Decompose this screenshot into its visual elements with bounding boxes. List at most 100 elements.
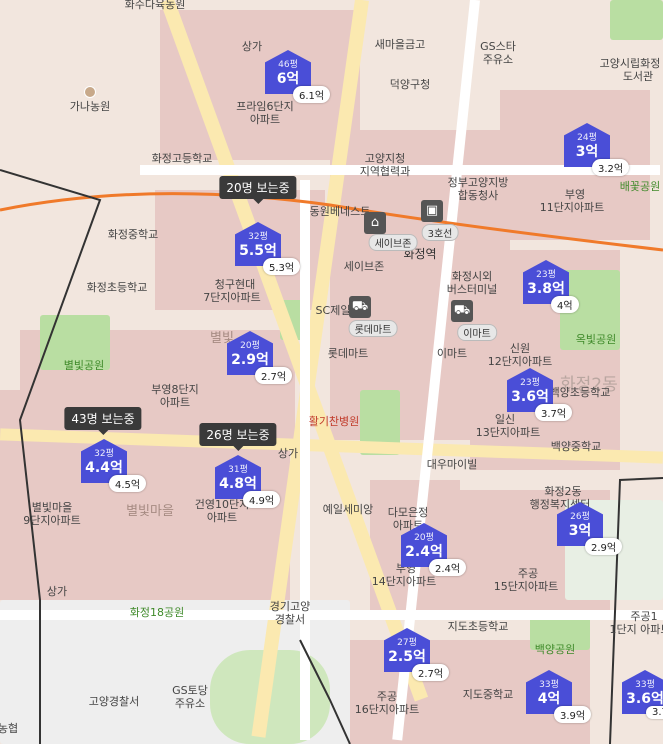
- place-label: SC제일: [315, 304, 351, 317]
- map-canvas[interactable]: 화정2동 별빛마을 별빛 화수다육농원 가나농원 상가 새마을금고 GS스타 주…: [0, 0, 663, 744]
- place-label: GS토당: [172, 684, 208, 697]
- place-label: 아파트: [249, 113, 281, 126]
- place-label: 화수다육농원: [124, 0, 186, 11]
- place-label: 배꽃공원: [619, 180, 661, 193]
- store-tag[interactable]: 롯데마트: [348, 320, 398, 337]
- place-icon: [84, 86, 96, 98]
- place-label: 7단지아파트: [203, 291, 261, 304]
- marker-sub-price: 3.2억: [592, 159, 630, 176]
- place-label: 백양공원: [534, 643, 576, 656]
- price-marker[interactable]: 26평 3억 2.9억: [557, 502, 623, 555]
- place-label: 1단지 아파트: [609, 623, 663, 636]
- place-label: 세이브존: [343, 260, 385, 273]
- marker-sub-price: 2.7억: [412, 664, 450, 681]
- department-store-icon[interactable]: ⌂: [364, 212, 386, 234]
- viewer-bubble[interactable]: 43명 보는중: [64, 407, 142, 435]
- place-label: 별빛공원: [63, 359, 105, 372]
- place-label: 화정중학교: [107, 228, 159, 241]
- area-name: 별빛마을: [126, 504, 174, 519]
- marker-size: 32평: [94, 449, 114, 459]
- viewer-bubble[interactable]: 26명 보는중: [199, 423, 277, 451]
- price-marker[interactable]: 24평 3억 3.2억: [564, 123, 630, 176]
- marker-size: 33평: [539, 680, 559, 690]
- place-label: 15단지아파트: [493, 580, 559, 593]
- marker-sub-price: 3.7: [646, 706, 663, 719]
- marker-size: 27평: [397, 638, 417, 648]
- price-marker[interactable]: 33평 4억 3.9억: [526, 670, 592, 723]
- place-label: 대우마이빌: [426, 458, 478, 471]
- marker-size: 33평: [635, 680, 655, 690]
- price-marker[interactable]: 20평 2.9억 2.7억: [227, 331, 293, 384]
- marker-size: 23평: [536, 270, 556, 280]
- price-marker[interactable]: 32평 5.5억 5.3억: [235, 222, 301, 275]
- viewer-bubble[interactable]: 20명 보는중: [219, 176, 297, 204]
- place-label: 활기찬병원: [308, 415, 360, 428]
- place-label: 지도중학교: [462, 688, 514, 701]
- place-label: 화정18공원: [129, 606, 185, 619]
- place-label: 새마을금고: [374, 38, 426, 51]
- marker-size: 26평: [570, 512, 590, 522]
- place-label: 농협: [0, 722, 19, 735]
- place-label: 주유소: [174, 697, 206, 710]
- marker-size: 32평: [248, 232, 268, 242]
- price-marker[interactable]: 31평 4.8억 4.9억: [215, 455, 281, 508]
- subway-tag[interactable]: 3호선: [421, 224, 459, 241]
- place-label: 부영: [564, 188, 586, 201]
- marker-sub-price: 4.9억: [243, 491, 281, 508]
- price-marker[interactable]: 27평 2.5억 2.7억: [384, 628, 450, 681]
- place-label: 12단지아파트: [487, 355, 553, 368]
- store-tag[interactable]: 이마트: [457, 324, 497, 341]
- place-label: 정부고양지방: [447, 176, 509, 189]
- place-label: 별빛마을: [31, 501, 73, 514]
- place-label: 아파트: [206, 511, 238, 524]
- place-label: 16단지아파트: [354, 703, 420, 716]
- place-label: 상가: [241, 40, 263, 53]
- place-label: 상가: [277, 447, 299, 460]
- marker-sub-price: 3.7억: [535, 404, 573, 421]
- place-label: 지역협력과: [359, 165, 411, 178]
- cart-icon[interactable]: ⛟: [349, 296, 371, 318]
- price-marker[interactable]: 33평3.6억 3.7: [622, 670, 663, 719]
- place-label: 경찰서: [274, 613, 306, 626]
- place-label: 아파트: [159, 396, 191, 409]
- place-label: 9단지아파트: [23, 514, 81, 527]
- cart-icon[interactable]: ⛟: [451, 300, 473, 322]
- price-marker[interactable]: 23평 3.6억 3.7억: [507, 368, 573, 421]
- place-label: 동원베네스트: [309, 205, 371, 218]
- place-label: 부영8단지: [151, 383, 199, 396]
- marker-size: 23평: [520, 378, 540, 388]
- price-marker[interactable]: 23평 3.8억 4억: [523, 260, 579, 313]
- marker-sub-price: 2.4억: [429, 559, 467, 576]
- place-label: 고양지청: [364, 152, 406, 165]
- place-label: 상가: [46, 585, 68, 598]
- place-label: 옥빛공원: [575, 333, 617, 346]
- place-label: 13단지아파트: [475, 426, 541, 439]
- place-label: 화정고등학교: [151, 152, 213, 165]
- place-label: 프라임6단지: [236, 100, 294, 113]
- marker-sub-price: 4.5억: [109, 475, 147, 492]
- price-marker[interactable]: 20평 2.4억 2.4억: [401, 523, 467, 576]
- marker-size: 31평: [228, 465, 248, 475]
- marker-sub-price: 4억: [551, 296, 579, 313]
- marker-sub-price: 5.3억: [263, 258, 301, 275]
- place-label: 청구현대: [214, 278, 256, 291]
- place-label: 고양경찰서: [88, 695, 140, 708]
- place-label: 지도초등학교: [447, 620, 509, 633]
- place-label: 11단지아파트: [539, 201, 605, 214]
- district-boundary: [299, 639, 351, 744]
- price-marker[interactable]: 46평 6억 6.1억: [265, 50, 331, 103]
- place-label: 합동청사: [457, 189, 499, 202]
- marker-sub-price: 6.1억: [293, 86, 331, 103]
- subway-icon[interactable]: ▣: [421, 200, 443, 222]
- place-label: 화정시외: [451, 270, 493, 283]
- price-marker[interactable]: 32평 4.4억 4.5억: [81, 439, 147, 492]
- store-tag[interactable]: 세이브존: [368, 234, 418, 251]
- marker-size: 46평: [278, 60, 298, 70]
- place-label: 고양시립화정: [599, 57, 661, 70]
- place-label: 가나농원: [69, 100, 111, 113]
- place-label: 도서관: [622, 70, 654, 83]
- place-label: 신원: [509, 342, 531, 355]
- marker-size: 20평: [414, 533, 434, 543]
- place-label: 백양초등학교: [549, 386, 611, 399]
- place-label: 이마트: [436, 347, 468, 360]
